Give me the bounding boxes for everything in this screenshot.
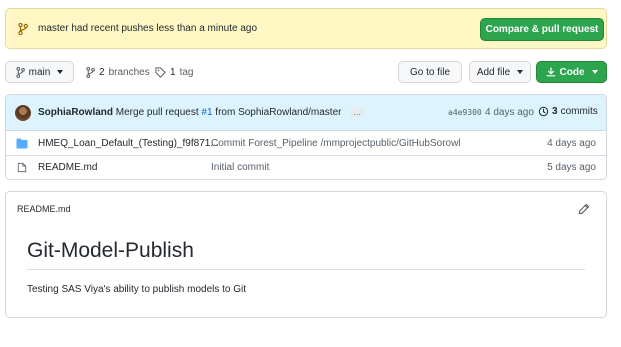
chevron-down-icon [591,70,598,74]
expand-commit-message-button[interactable]: … [350,107,365,117]
file-commit-message[interactable]: Commit Forest_Pipeline /mmprojectpublic/… [211,138,461,149]
avatar[interactable] [15,105,31,121]
commits-count: 3 [552,106,558,117]
file-name[interactable]: HMEQ_Loan_Default_(Testing)_f9f871... [38,138,219,149]
git-branch-icon [16,66,25,78]
commits-history-link[interactable]: 3 commits [538,106,598,117]
readme-panel: README.md Git-Model-Publish Testing SAS … [5,191,607,318]
commit-time: 4 days ago [485,107,534,118]
tags-label: tag [179,66,194,78]
recent-push-message: master had recent pushes less than a min… [38,23,258,34]
file-icon [17,162,27,173]
file-commit-age: 4 days ago [547,138,596,149]
branches-link[interactable]: 2 branches [86,61,150,83]
commit-message-prefix[interactable]: Merge pull request [116,107,199,118]
go-to-file-button[interactable]: Go to file [398,61,462,83]
latest-commit-text: SophiaRowland Merge pull request #1 from… [38,107,365,118]
add-file-label: Add file [476,66,511,78]
branches-count: 2 [99,66,105,78]
code-button[interactable]: Code [536,61,607,83]
code-label: Code [559,66,585,78]
tags-link[interactable]: 1 tag [155,61,193,83]
recent-push-banner: master had recent pushes less than a min… [5,8,607,49]
tag-icon [155,66,166,78]
tags-count: 1 [170,66,176,78]
git-branch-icon [86,66,95,78]
readme-header: README.md [17,204,71,214]
commit-author[interactable]: SophiaRowland [38,107,113,118]
branches-label: branches [108,66,150,78]
readme-body: Testing SAS Viya's ability to publish mo… [27,284,247,295]
latest-commit-bar: SophiaRowland Merge pull request #1 from… [6,95,606,131]
history-icon [538,106,549,117]
compare-pull-request-button[interactable]: Compare & pull request [480,18,604,41]
readme-title: Git-Model-Publish [27,239,194,262]
file-commit-message[interactable]: Initial commit [211,162,269,173]
download-icon [546,67,555,77]
commits-label: commits [560,106,598,117]
repo-toolbar: main 2 branches 1 tag Go to file Add fil… [5,61,607,83]
commit-message-suffix[interactable]: from SophiaRowland/master [215,107,341,118]
file-listing: SophiaRowland Merge pull request #1 from… [5,94,607,180]
divider [27,269,585,270]
file-name[interactable]: README.md [38,162,97,173]
commit-sha[interactable]: a4e9300 [448,108,482,117]
chevron-down-icon [517,70,524,74]
file-row[interactable]: HMEQ_Loan_Default_(Testing)_f9f871... Co… [6,132,606,156]
git-branch-icon [18,23,28,35]
file-row[interactable]: README.md Initial commit 5 days ago [6,156,606,179]
pull-request-link[interactable]: #1 [201,107,212,118]
branch-select-button[interactable]: main [5,61,74,83]
chevron-down-icon [57,70,64,74]
pencil-icon[interactable] [578,203,590,215]
add-file-button[interactable]: Add file [469,61,531,83]
branch-name: main [28,66,51,78]
file-commit-age: 5 days ago [547,162,596,173]
folder-icon [16,138,28,149]
